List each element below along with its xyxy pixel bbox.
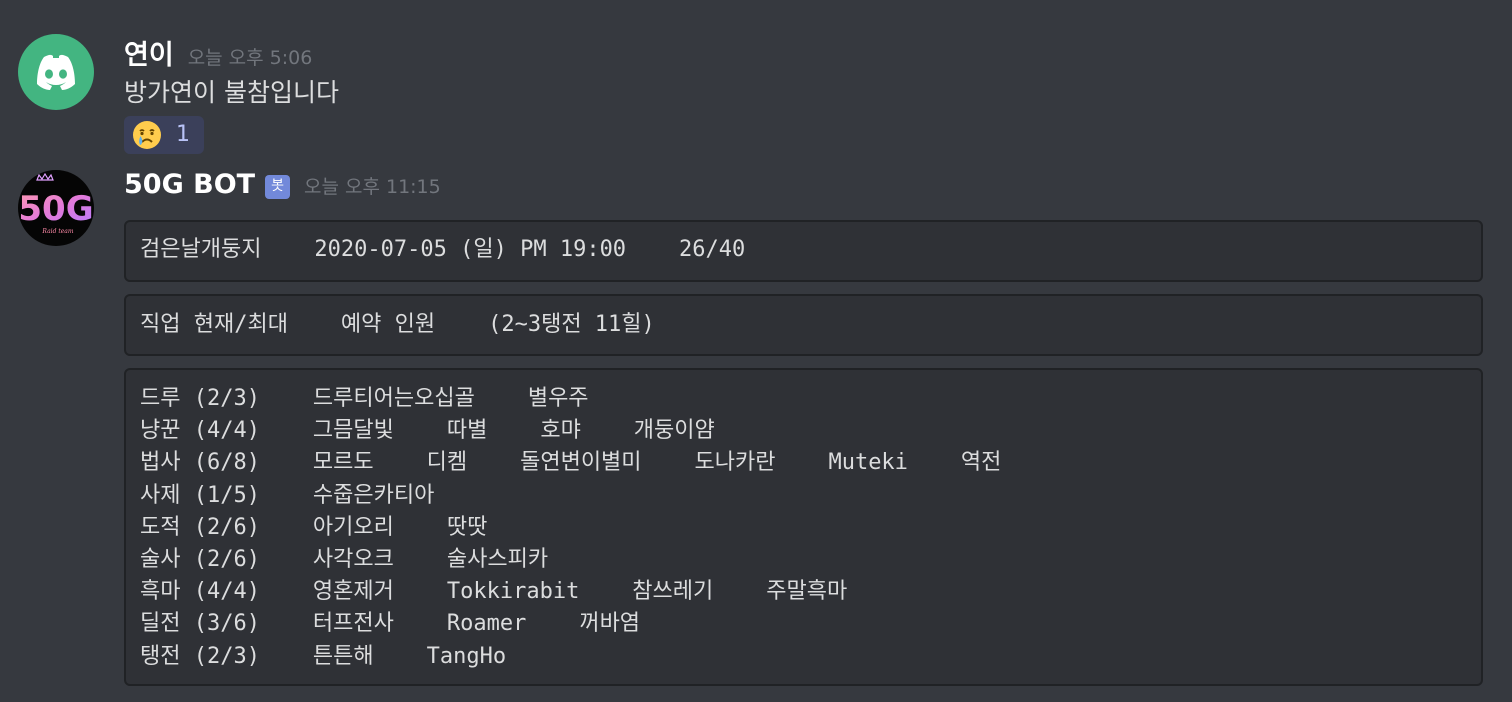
- timestamp[interactable]: 오늘 오후 5:06: [188, 43, 313, 70]
- message-header: 연이 오늘 오후 5:06: [124, 33, 312, 72]
- codeblock-header: 직업 현재/최대 예약 인원 (2~3탱전 11힐): [124, 294, 1483, 356]
- 50g-logo-icon: 50G Raid team: [18, 172, 94, 235]
- avatar-logo-text: 50G: [18, 189, 93, 229]
- roster-line-dps-warrior: 딜전 (3/6) 터프전사 Roamer 꺼바염: [140, 611, 641, 637]
- roster-line-warlock: 흑마 (4/4) 영혼제거 Tokkirabit 참쓰레기 주말흑마: [140, 579, 848, 605]
- roster-line-mage: 법사 (6/8) 모르도 디켐 돌연변이별미 도나카란 Muteki 역전: [140, 450, 1002, 476]
- reaction-button[interactable]: 1: [124, 116, 204, 154]
- roster-line-druid: 드루 (2/3) 드루티어는오십골 별우주: [140, 386, 589, 411]
- roster-line-tank-warrior: 탱전 (2/3) 튼튼해 TangHo: [140, 643, 507, 669]
- codeblock-line: 검은날개둥지 2020-07-05 (일) PM 19:00 26/40: [140, 237, 746, 262]
- codeblock-raid-info: 검은날개둥지 2020-07-05 (일) PM 19:00 26/40: [124, 220, 1483, 282]
- reaction-count: 1: [176, 122, 190, 147]
- roster-line-hunter: 냥꾼 (4/4) 그믐달빛 따별 호먀 개둥이얌: [140, 418, 715, 444]
- message-header: 50G BOT 봇 오늘 오후 11:15: [124, 169, 441, 202]
- bot-tag: 봇: [265, 175, 290, 199]
- message-content: 방가연이 불참입니다: [124, 78, 339, 107]
- username[interactable]: 연이: [124, 33, 174, 72]
- timestamp[interactable]: 오늘 오후 11:15: [304, 172, 441, 199]
- roster-line-rogue: 도적 (2/6) 아기오리 땃땃: [140, 514, 488, 540]
- user-avatar[interactable]: [18, 34, 94, 110]
- codeblock-line: 직업 현재/최대 예약 인원 (2~3탱전 11힐): [140, 312, 655, 337]
- bot-avatar[interactable]: 50G Raid team: [18, 170, 94, 246]
- discord-logo-icon: [37, 54, 75, 90]
- codeblock-roster: 드루 (2/3) 드루티어는오십골 별우주냥꾼 (4/4) 그믐달빛 따별 호먀…: [124, 368, 1483, 686]
- roster-line-shaman: 술사 (2/6) 사각오크 술사스피카: [140, 546, 549, 572]
- avatar-logo-subtext: Raid team: [41, 228, 73, 235]
- crying-face-icon: [133, 121, 161, 149]
- roster-line-priest: 사제 (1/5) 수줍은카티아: [140, 482, 435, 508]
- username[interactable]: 50G BOT: [124, 169, 255, 200]
